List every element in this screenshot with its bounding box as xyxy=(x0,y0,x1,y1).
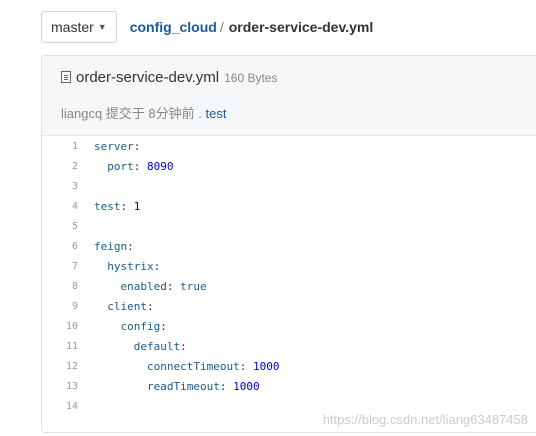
file-title-row: order-service-dev.yml 160 Bytes xyxy=(61,69,277,86)
line-number: 1 xyxy=(71,141,78,152)
yaml-colon: : xyxy=(239,360,253,373)
line-number: 9 xyxy=(71,301,78,312)
file-name: order-service-dev.yml xyxy=(76,69,220,86)
code-text: port: 8090 xyxy=(94,157,174,177)
code-text: default: xyxy=(94,337,187,357)
yaml-key: config xyxy=(120,320,161,333)
yaml-colon: : xyxy=(166,280,181,293)
yaml-key: connectTimeout xyxy=(146,360,240,373)
code-line: 7 hystrix: xyxy=(42,257,536,277)
code-line: 8 enabled: true xyxy=(42,277,536,297)
code-text: client: xyxy=(94,297,154,317)
yaml-colon: : xyxy=(153,260,161,273)
file-viewer: order-service-dev.yml 160 Bytes liangcq … xyxy=(41,55,536,433)
yaml-value: 1000 xyxy=(233,380,260,393)
code-line: 2 port: 8090 xyxy=(42,157,536,177)
yaml-colon: : xyxy=(147,300,154,313)
code-line: 5 xyxy=(42,217,536,237)
code-line: 4 test: 1 xyxy=(42,197,536,217)
yaml-value: 8090 xyxy=(147,160,174,173)
line-number: 6 xyxy=(71,241,78,252)
code-line: 13 readTimeout: 1000 xyxy=(42,377,536,397)
commit-author-time: liangcq 提交于 8分钟前 . xyxy=(61,106,206,121)
code-text: enabled: true xyxy=(94,277,207,297)
yaml-colon: : xyxy=(127,240,134,253)
line-number: 4 xyxy=(71,201,78,212)
toolbar: master ▼ config_cloud / order-service-de… xyxy=(41,11,373,43)
line-number: 8 xyxy=(71,281,78,292)
line-number: 13 xyxy=(65,381,78,392)
commit-info: liangcq 提交于 8分钟前 . test xyxy=(61,103,226,122)
yaml-key: port xyxy=(107,160,134,173)
breadcrumb-file: order-service-dev.yml xyxy=(228,19,374,35)
yaml-key: test xyxy=(94,200,121,213)
branch-label: master xyxy=(51,19,94,35)
yaml-colon: : xyxy=(133,140,141,153)
yaml-key: feign xyxy=(94,240,128,253)
yaml-value: 1 xyxy=(133,200,141,213)
code-text: config: xyxy=(94,317,167,337)
code-line: 9 client: xyxy=(42,297,536,317)
yaml-colon: : xyxy=(180,340,187,353)
code-line: 11 default: xyxy=(42,337,536,357)
yaml-key: hystrix xyxy=(107,260,154,273)
code-text: server: xyxy=(94,137,140,157)
line-number: 14 xyxy=(65,401,78,412)
line-number: 2 xyxy=(71,161,78,172)
code-line: 6 feign: xyxy=(42,237,536,257)
code-text: hystrix: xyxy=(94,257,160,277)
breadcrumb-repo-link[interactable]: config_cloud xyxy=(130,19,217,35)
line-number: 12 xyxy=(65,361,78,372)
yaml-key: server xyxy=(94,140,134,153)
yaml-key: readTimeout xyxy=(146,380,220,393)
yaml-colon: : xyxy=(120,200,134,213)
line-number: 11 xyxy=(65,341,78,352)
line-number: 5 xyxy=(71,221,78,232)
yaml-value: 1000 xyxy=(252,360,280,373)
code-text: readTimeout: 1000 xyxy=(94,377,260,397)
yaml-key: default xyxy=(133,340,181,353)
breadcrumb: config_cloud / order-service-dev.yml xyxy=(130,19,374,35)
line-number: 10 xyxy=(65,321,78,332)
code-block: 1 server: 2 port: 8090 3 4 test: 1 5 6 feign: 7 h… xyxy=(42,137,536,417)
breadcrumb-separator: / xyxy=(219,19,224,35)
file-size: 160 Bytes xyxy=(224,71,278,85)
code-line: 10 config: xyxy=(42,317,536,337)
code-line: 1 server: xyxy=(42,137,536,157)
yaml-value: true xyxy=(180,280,207,293)
yaml-colon: : xyxy=(160,320,167,333)
code-text: test: 1 xyxy=(94,197,140,217)
file-header: order-service-dev.yml 160 Bytes liangcq … xyxy=(42,56,536,136)
caret-down-icon: ▼ xyxy=(97,22,107,32)
yaml-key: client xyxy=(107,300,147,313)
branch-select-button[interactable]: master ▼ xyxy=(41,11,117,43)
code-line: 3 xyxy=(42,177,536,197)
yaml-key: enabled xyxy=(120,280,167,293)
commit-message-link[interactable]: test xyxy=(206,106,227,121)
code-text: connectTimeout: 1000 xyxy=(94,357,279,377)
yaml-colon: : xyxy=(133,160,147,173)
watermark: https://blog.csdn.net/liang63487458 xyxy=(322,412,528,427)
line-number: 3 xyxy=(71,181,78,192)
file-text-icon xyxy=(61,71,71,83)
code-text: feign: xyxy=(94,237,134,257)
line-number: 7 xyxy=(71,261,78,272)
code-line: 12 connectTimeout: 1000 xyxy=(42,357,536,377)
yaml-colon: : xyxy=(219,380,234,393)
